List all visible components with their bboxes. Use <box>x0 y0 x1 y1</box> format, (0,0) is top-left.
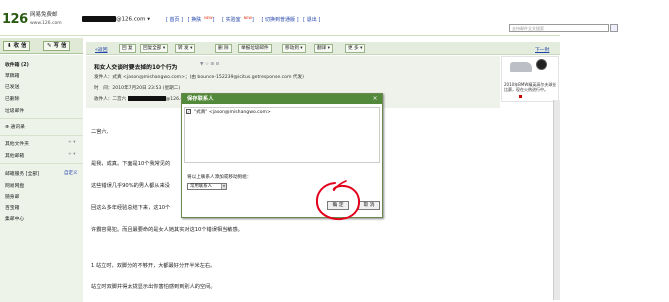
header-divider <box>0 35 560 36</box>
sidebar-item-deleted[interactable]: 已删除 <box>5 95 19 102</box>
message-body-line: 回这么多年经验总结下来，这10个 <box>91 205 171 211</box>
ad-text[interactable]: 2010年BMW精英高尔夫球业比赛，现在火热进行中。 <box>504 82 559 92</box>
logo[interactable]: 126 <box>2 12 28 27</box>
translate-button[interactable]: 翻译 ▾ <box>314 44 333 53</box>
sidebar-divider <box>0 163 83 164</box>
car-image <box>510 62 532 72</box>
sidebar-item-netdisk[interactable]: 网易网盘 <box>5 182 24 189</box>
account-suffix: @126.com ▾ <box>116 16 151 23</box>
message-body-line: 是我，成真。下面是10个我常见的 <box>91 161 171 167</box>
sidebar-item-contacts[interactable]: ⊕ 通讯录 <box>5 123 25 130</box>
search-input[interactable]: 支持邮件全文搜索 <box>509 24 609 32</box>
close-icon[interactable]: × <box>371 95 379 103</box>
sidebar-item-spam[interactable]: 垃圾邮件 <box>5 107 24 114</box>
message-body-line: 1 站立时，双脚分的不够开，大都最好分开半米左右。 <box>91 263 216 269</box>
message-subject: 和女人交谈时要去掉的10个行为 <box>94 65 178 71</box>
message-time: 时 间：2010年7月20日 23:53 (星期二) <box>94 86 181 91</box>
sidebar-divider <box>0 135 83 136</box>
top-links: [ 首页 ] [ 换肤 NEW] [ 实验室 NEW] [ 切换到普通版 ] [ 退… <box>166 16 323 23</box>
sidebar-item-other-mailboxes[interactable]: 其他邮箱 <box>5 152 24 159</box>
compose-bar: ⬇ 收 信 ✎ 写 信 <box>0 38 83 54</box>
logo-url: www.126.com <box>30 21 62 26</box>
skin-link[interactable]: [ 换肤 NEW] <box>188 16 218 23</box>
sidebar-item-other-folders[interactable]: 其他文件夹 <box>5 140 29 147</box>
redacted-recipient <box>127 96 166 101</box>
next-message-link[interactable]: 下一封 <box>535 46 549 53</box>
subject-tools-icon[interactable]: ▼ ☆ ⊞ ⊟ <box>200 62 219 67</box>
sidebar-item-stamp-center[interactable]: 集邮中心 <box>5 215 24 222</box>
reply-all-button[interactable]: 回复全部 ▾ <box>140 44 169 53</box>
back-link[interactable]: «返回 <box>95 46 108 53</box>
sidebar-divider <box>0 118 83 119</box>
forward-button[interactable]: 转 发 ▾ <box>175 44 196 53</box>
reply-button[interactable]: 回 复 <box>119 44 136 53</box>
group-prompt: 将以上联系人添加或移动到组： <box>187 175 252 180</box>
bmw-logo <box>536 59 547 70</box>
delete-button[interactable]: 删 除 <box>215 44 232 53</box>
more-button[interactable]: 更 多 ▾ <box>345 44 366 53</box>
message-to: 收件人：二宫六 @126.com> <box>94 96 195 102</box>
message-body-line: 二宫六, <box>91 129 109 135</box>
logo-subtitle: 网易免费邮 <box>30 12 58 18</box>
switch-version-link[interactable]: [ 切换到普通版 ] <box>261 17 298 23</box>
search-icon[interactable] <box>610 24 618 32</box>
message-body-line: 这些错误几乎90%的男人都从来没 <box>91 183 170 189</box>
contact-checkbox[interactable]: ✓ <box>186 109 191 114</box>
sidebar: 收件箱 (2) 草稿箱 已发送 已删除 垃圾邮件 ⊕ 通讯录 其他文件夹 + ▾… <box>0 55 83 302</box>
highlight-circle <box>315 180 361 221</box>
folder-tools-icon[interactable]: + ▾ <box>68 140 75 145</box>
mailbox-tools-icon[interactable]: + ▾ <box>68 152 75 157</box>
dialog-title[interactable]: 保存联系人 <box>182 94 382 104</box>
receive-button[interactable]: ⬇ 收 信 <box>3 41 31 51</box>
write-button[interactable]: ✎ 写 信 <box>43 41 71 51</box>
message-body-line: 许霸容易犯。而且最要命的是女人她其实对这10个错误相当敏感。 <box>91 227 243 233</box>
sidebar-item-inbox[interactable]: 收件箱 (2) <box>5 61 29 68</box>
ad-marker-icon <box>519 95 522 98</box>
message-toolbar: 回 复 回复全部 ▾ 转 发 ▾ 删 除 举报垃圾邮件 移动到 ▾ 翻译 ▾ 更… <box>86 42 560 55</box>
move-to-button[interactable]: 移动到 ▾ <box>282 44 306 53</box>
scrollbar[interactable] <box>553 100 560 300</box>
message-body-line: 站立时双脚并得太拢显示出你害怕感到到别人的空间。 <box>91 284 216 290</box>
message-from: 发件人：式真 <jason@mishangwo.com>；(由 bounce-1… <box>94 75 304 80</box>
chevron-down-icon[interactable]: ▾ <box>221 184 226 189</box>
lab-link[interactable]: [ 实验室 NEW] <box>222 16 257 23</box>
contact-list <box>184 107 380 163</box>
account-name[interactable]: @126.com ▾ <box>82 16 150 23</box>
home-link[interactable]: [ 首页 ] <box>166 17 183 23</box>
sidebar-item-drafts[interactable]: 草稿箱 <box>5 72 19 79</box>
report-spam-button[interactable]: 举报垃圾邮件 <box>238 44 272 53</box>
sidebar-item-mobile-mail[interactable]: 随身邮 <box>5 193 19 200</box>
sidebar-item-sent[interactable]: 已发送 <box>5 83 19 90</box>
sidebar-item-toolbox[interactable]: 百宝箱 <box>5 204 19 211</box>
custom-link[interactable]: 自定义 <box>64 170 78 176</box>
sidebar-item-services[interactable]: 邮箱服务 [全部] <box>5 170 39 177</box>
logout-link[interactable]: [ 退出 ] <box>303 17 320 23</box>
redacted-username <box>82 16 116 22</box>
contact-entry: "式真" <jason@mishangwo.com> <box>194 110 271 115</box>
